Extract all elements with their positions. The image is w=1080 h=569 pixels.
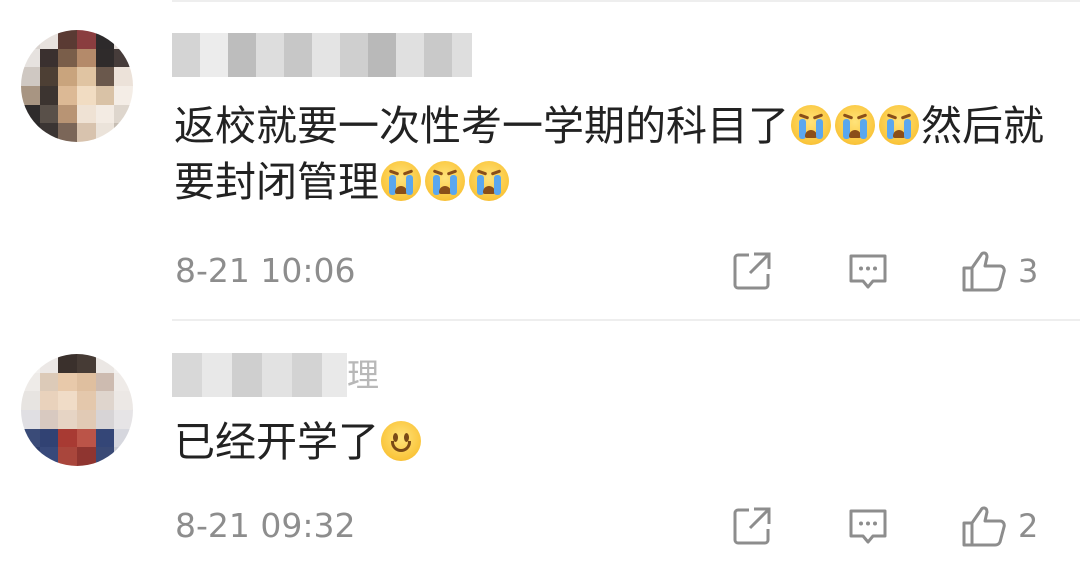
thumbs-up-icon <box>962 251 1006 292</box>
comment-text-part1: 返校就要一次性考一学期的科目了 <box>174 102 789 150</box>
like-button[interactable]: 3 <box>960 246 1060 296</box>
crying-emoji <box>469 161 509 201</box>
comment-text: 返校就要一次性考一学期的科目了 然后就要封闭管理 <box>174 98 1054 210</box>
share-button[interactable] <box>730 246 776 296</box>
comment-item: 返校就要一次性考一学期的科目了 然后就要封闭管理 8-21 10:06 3 <box>0 0 1080 318</box>
reply-icon <box>849 254 887 289</box>
reply-icon <box>849 509 887 544</box>
avatar[interactable] <box>21 30 133 142</box>
avatar[interactable] <box>21 354 133 466</box>
crying-emoji <box>879 105 919 145</box>
comment-meta-row: 8-21 10:06 3 <box>0 246 1080 296</box>
avatar-pixelated-image <box>21 30 133 142</box>
comment-text: 已经开学了 <box>174 414 1054 470</box>
reply-button[interactable] <box>846 501 892 551</box>
like-count: 3 <box>1018 252 1039 290</box>
comment-item: 理 已经开学了 8-21 09:32 2 <box>0 321 1080 569</box>
crying-emoji <box>425 161 465 201</box>
username-redacted[interactable]: 理 <box>172 353 380 397</box>
smile-emoji <box>381 421 421 461</box>
share-button[interactable] <box>730 501 776 551</box>
reply-button[interactable] <box>846 246 892 296</box>
timestamp: 8-21 09:32 <box>175 506 356 545</box>
comment-meta-row: 8-21 09:32 2 <box>0 501 1080 551</box>
like-button[interactable]: 2 <box>960 501 1060 551</box>
like-count: 2 <box>1018 507 1039 545</box>
crying-emoji <box>381 161 421 201</box>
share-icon <box>733 507 771 545</box>
timestamp: 8-21 10:06 <box>175 251 356 290</box>
username-redacted[interactable] <box>172 33 472 77</box>
share-icon <box>733 252 771 290</box>
comment-text-body: 已经开学了 <box>174 418 379 466</box>
username-visible-part: 理 <box>347 356 380 394</box>
crying-emoji <box>791 105 831 145</box>
thumbs-up-icon <box>962 506 1006 547</box>
crying-emoji <box>835 105 875 145</box>
avatar-pixelated-image <box>21 354 133 466</box>
